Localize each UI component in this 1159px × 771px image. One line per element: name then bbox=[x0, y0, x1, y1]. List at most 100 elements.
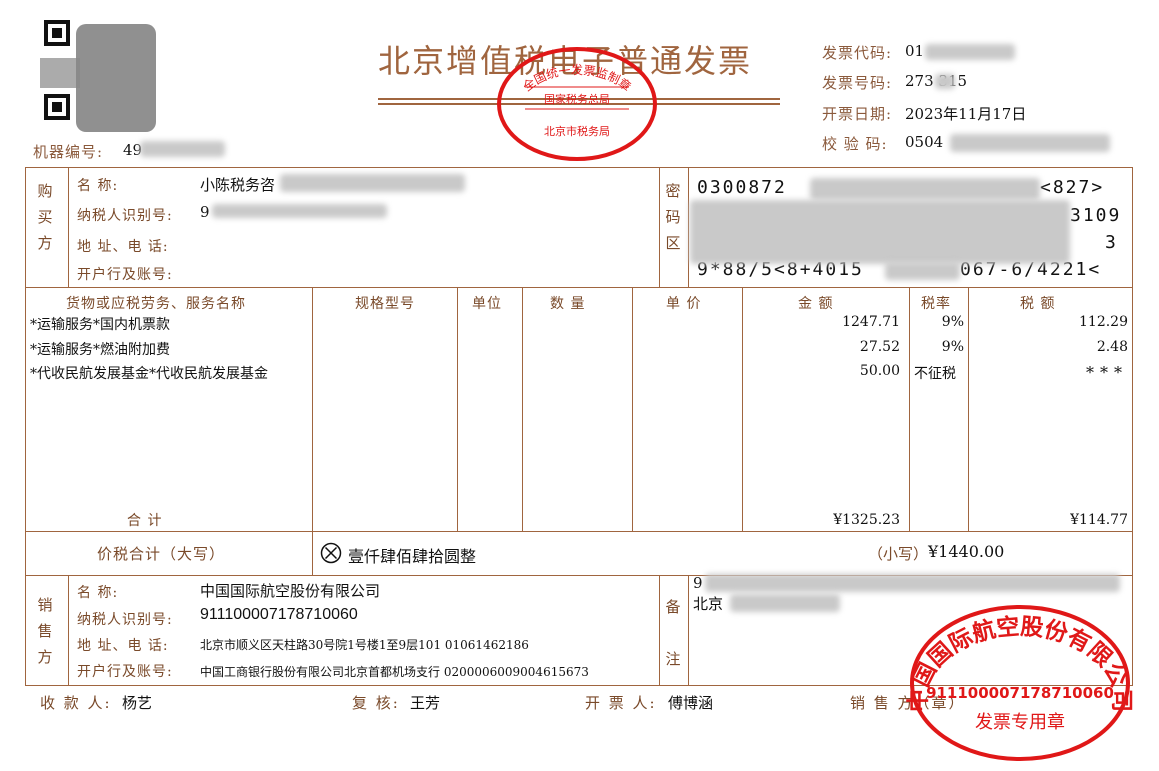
buyer-name-label: 名 称: bbox=[77, 178, 119, 194]
tax-stamp-mid: 国家税务总局 bbox=[544, 92, 610, 106]
redaction bbox=[212, 204, 387, 218]
payee-label: 收 款 人: bbox=[40, 694, 112, 712]
rule bbox=[68, 168, 69, 287]
col-amount: 金 额 bbox=[798, 296, 834, 312]
rule bbox=[742, 287, 743, 531]
payee: 杨艺 bbox=[122, 694, 153, 712]
tax-bureau-stamp: 全国统一发票监制章 国家税务总局 北京市税务局 bbox=[497, 47, 657, 161]
rule bbox=[968, 287, 969, 531]
invoice-code: 01 bbox=[905, 42, 925, 60]
buyer-name: 小陈税务咨 bbox=[200, 176, 276, 194]
rule bbox=[68, 575, 69, 686]
item-tax: 112.29 bbox=[1079, 314, 1128, 330]
invoice-date-label: 开票日期: bbox=[822, 105, 893, 123]
buyer-address-label: 地 址、电 话: bbox=[77, 239, 169, 255]
item-rate: 9% bbox=[941, 339, 964, 355]
cipher-line-1: 0300872 bbox=[697, 177, 787, 198]
grand-total-big-value: 壹仟肆佰肆拾圆整 bbox=[348, 547, 477, 566]
seller-name-label: 名 称: bbox=[77, 585, 119, 601]
tax-stamp-bottom: 北京市税务局 bbox=[544, 124, 610, 138]
rule bbox=[457, 287, 458, 531]
grand-total-small-label: （小写） bbox=[868, 545, 929, 563]
company-stamp-id: 911100007178710060 bbox=[926, 684, 1114, 702]
seller-name: 中国国际航空股份有限公司 bbox=[200, 582, 381, 600]
redaction bbox=[140, 141, 225, 157]
rule bbox=[688, 575, 689, 686]
item-amount: 27.52 bbox=[859, 339, 900, 355]
redaction bbox=[690, 200, 1070, 264]
buyer-section-label: 购买方 bbox=[37, 182, 53, 252]
circle-x-icon bbox=[320, 542, 342, 568]
item-rate: 9% bbox=[941, 314, 964, 330]
grand-total-big-label: 价税合计（大写） bbox=[97, 545, 226, 563]
seller-bank: 中国工商银行股份有限公司北京首都机场支行 0200006009004615673 bbox=[200, 665, 589, 679]
seller-taxid-label: 纳税人识别号: bbox=[77, 612, 173, 628]
rule bbox=[312, 287, 313, 575]
col-goods: 货物或应税劳务、服务名称 bbox=[66, 296, 246, 312]
tax-stamp-top: 全国统一发票监制章 bbox=[520, 62, 635, 94]
grand-total-small-value: ¥1440.00 bbox=[928, 542, 1005, 561]
col-tax: 税 额 bbox=[1020, 296, 1056, 312]
machine-number-label: 机器编号: bbox=[33, 143, 104, 161]
redaction bbox=[810, 178, 1040, 200]
total-tax: ¥114.77 bbox=[1070, 512, 1128, 528]
redaction bbox=[925, 44, 1015, 60]
col-unit: 单位 bbox=[472, 296, 502, 312]
seller-section-label: 销售方 bbox=[37, 596, 53, 666]
total-label: 合 计 bbox=[127, 513, 163, 529]
remarks-line-1: 9 bbox=[693, 574, 703, 592]
item-name: *运输服务*燃油附加费 bbox=[30, 342, 170, 358]
seller-address-label: 地 址、电 话: bbox=[77, 638, 169, 654]
item-tax: *** bbox=[1086, 363, 1128, 382]
company-invoice-stamp: 中国国际航空股份有限公司 911100007178710060 发票专用章 bbox=[906, 605, 1134, 761]
remarks-line-2: 北京 bbox=[693, 595, 724, 613]
check-code-label: 校 验 码: bbox=[822, 135, 888, 153]
redaction bbox=[885, 262, 960, 280]
seller-address: 北京市顺义区天柱路30号院1号楼1至9层101 01061462186 bbox=[200, 638, 529, 652]
drawer-label: 开 票 人: bbox=[585, 694, 657, 712]
qr-code bbox=[36, 18, 162, 136]
check-code: 0504 bbox=[905, 133, 944, 151]
col-price: 单 价 bbox=[666, 296, 702, 312]
rule bbox=[26, 287, 1133, 288]
item-name: *代收民航发展基金*代收民航发展基金 bbox=[30, 366, 268, 382]
item-amount: 50.00 bbox=[859, 363, 900, 379]
rule bbox=[522, 287, 523, 531]
drawer: 傅博涵 bbox=[668, 694, 714, 712]
buyer-taxid: 9 bbox=[200, 203, 210, 221]
rule bbox=[659, 575, 660, 686]
col-qty: 数 量 bbox=[550, 296, 586, 312]
item-rate: 不征税 bbox=[914, 366, 956, 382]
cipher-line-3b: 3 bbox=[1105, 232, 1118, 253]
total-amount: ¥1325.23 bbox=[833, 512, 900, 528]
rule bbox=[688, 168, 689, 287]
buyer-taxid-label: 纳税人识别号: bbox=[77, 208, 173, 224]
company-stamp-bottom: 发票专用章 bbox=[975, 712, 1065, 733]
redaction bbox=[935, 74, 955, 89]
cipher-line-2b: 3109 bbox=[1070, 205, 1122, 226]
remarks-section-label: 备注 bbox=[665, 598, 681, 668]
redaction bbox=[950, 134, 1110, 152]
reviewer-label: 复 核: bbox=[352, 694, 400, 712]
rule bbox=[26, 531, 1133, 532]
invoice-date: 2023年11月17日 bbox=[905, 105, 1027, 123]
item-amount: 1247.71 bbox=[842, 314, 900, 330]
invoice-code-label: 发票代码: bbox=[822, 44, 893, 62]
reviewer: 王芳 bbox=[410, 694, 441, 712]
rule bbox=[632, 287, 633, 531]
col-rate: 税率 bbox=[921, 296, 951, 312]
item-name: *运输服务*国内机票款 bbox=[30, 317, 170, 333]
buyer-bank-label: 开户行及账号: bbox=[77, 267, 173, 283]
redaction bbox=[730, 594, 840, 612]
redaction bbox=[705, 574, 1120, 592]
svg-text:全国统一发票监制章: 全国统一发票监制章 bbox=[520, 62, 635, 94]
seller-taxid: 911100007178710060 bbox=[200, 606, 358, 623]
cipher-section-label: 密码区 bbox=[665, 182, 681, 252]
invoice-number-label: 发票号码: bbox=[822, 74, 893, 92]
item-tax: 2.48 bbox=[1096, 339, 1128, 355]
seller-bank-label: 开户行及账号: bbox=[77, 664, 173, 680]
cipher-line-1b: <827> bbox=[1040, 177, 1105, 198]
redaction bbox=[280, 174, 465, 192]
col-spec: 规格型号 bbox=[355, 296, 415, 312]
rule bbox=[659, 168, 660, 287]
